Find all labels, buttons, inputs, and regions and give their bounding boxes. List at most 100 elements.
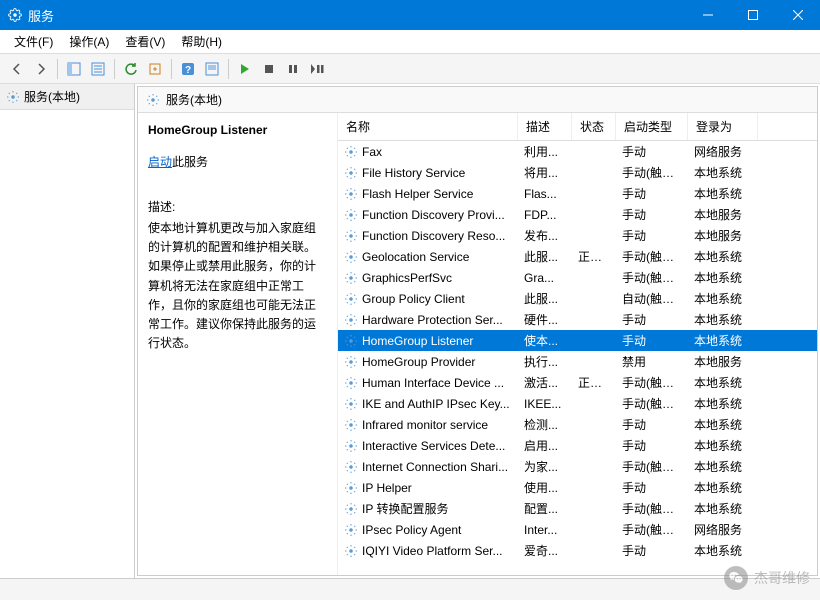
gear-icon [146,93,160,107]
service-row[interactable]: Flash Helper ServiceFlas...手动本地系统 [338,183,817,204]
service-row[interactable]: Human Interface Device ...激活...正在...手动(触… [338,372,817,393]
cell-desc: 使本... [518,330,572,351]
service-row[interactable]: Hardware Protection Ser...硬件...手动本地系统 [338,309,817,330]
cell-name: IPsec Policy Agent [338,521,518,539]
service-name-text: File History Service [362,166,465,180]
service-row[interactable]: IPsec Policy AgentInter...手动(触发...网络服务 [338,519,817,540]
cell-startup: 手动 [616,309,688,330]
service-row[interactable]: Internet Connection Shari...为家...手动(触发..… [338,456,817,477]
cell-name: GraphicsPerfSvc [338,269,518,287]
cell-status [572,213,616,217]
left-panel-label: 服务(本地) [24,88,80,105]
properties-button[interactable] [87,58,109,80]
gear-icon [344,208,358,222]
toolbar-separator [114,59,115,79]
minimize-button[interactable] [685,0,730,30]
service-row[interactable]: Group Policy Client此服...自动(触发...本地系统 [338,288,817,309]
gear-icon [344,418,358,432]
service-name-text: Internet Connection Shari... [362,460,508,474]
cell-desc: 利用... [518,141,572,162]
cell-desc: 此服... [518,288,572,309]
cell-logon: 本地系统 [688,435,758,456]
service-name-text: Infrared monitor service [362,418,488,432]
cell-logon: 本地服务 [688,351,758,372]
service-row[interactable]: IQIYI Video Platform Ser...爱奇...手动本地系统 [338,540,817,561]
service-name-text: HomeGroup Listener [362,334,473,348]
cell-logon: 本地系统 [688,309,758,330]
cell-logon: 网络服务 [688,519,758,540]
wechat-icon [724,566,748,590]
right-panel: 服务(本地) HomeGroup Listener 启动此服务 描述: 使本地计… [137,86,818,576]
cell-name: HomeGroup Provider [338,353,518,371]
back-button[interactable] [6,58,28,80]
maximize-button[interactable] [730,0,775,30]
col-startup[interactable]: 启动类型 [616,113,688,140]
service-row[interactable]: Interactive Services Dete...启用...手动本地系统 [338,435,817,456]
menu-action[interactable]: 操作(A) [61,31,117,52]
start-service-button[interactable] [234,58,256,80]
service-row[interactable]: GraphicsPerfSvcGra...手动(触发...本地系统 [338,267,817,288]
cell-startup: 手动 [616,204,688,225]
gear-icon [344,355,358,369]
cell-logon: 本地系统 [688,540,758,561]
services-list-body[interactable]: Fax 利用... 手动网络服务 File History Service将用...手… [338,141,817,573]
pause-service-button[interactable] [282,58,304,80]
cell-startup: 手动(触发... [616,519,688,540]
description-text: 使本地计算机更改与加入家庭组的计算机的配置和维护相关联。如果停止或禁用此服务，你… [148,219,327,353]
gear-icon [344,502,358,516]
cell-name: Human Interface Device ... [338,374,518,392]
service-row[interactable]: IP 转换配置服务配置...手动(触发...本地系统 [338,498,817,519]
cell-desc: 配置... [518,498,572,519]
cell-logon: 本地系统 [688,372,758,393]
statusbar [0,578,820,600]
cell-name: IP Helper [338,479,518,497]
service-row[interactable]: IKE and AuthIP IPsec Key...IKEE...手动(触发.… [338,393,817,414]
gear-icon [6,90,20,104]
forward-button[interactable] [30,58,52,80]
col-status[interactable]: 状态 [572,113,616,140]
help-button[interactable]: ? [177,58,199,80]
service-name-text: IP Helper [362,481,412,495]
service-row[interactable]: HomeGroup Provider执行...禁用本地服务 [338,351,817,372]
menu-file[interactable]: 文件(F) [6,31,61,52]
menu-help[interactable]: 帮助(H) [173,31,230,52]
cell-name: IQIYI Video Platform Ser... [338,542,518,560]
column-headers: 名称 描述 状态 启动类型 登录为 [338,113,817,141]
cell-status [572,465,616,469]
toggle-tree-button[interactable] [63,58,85,80]
selected-service-name: HomeGroup Listener [148,123,327,137]
service-name-text: IPsec Policy Agent [362,523,461,537]
cell-name: Infrared monitor service [338,416,518,434]
cell-desc: 激活... [518,372,572,393]
cell-logon: 本地系统 [688,477,758,498]
col-desc[interactable]: 描述 [518,113,572,140]
refresh-button[interactable] [120,58,142,80]
gear-icon [344,523,358,537]
service-name-text: Function Discovery Reso... [362,229,505,243]
service-row[interactable]: Function Discovery Provi...FDP...手动本地服务 [338,204,817,225]
close-button[interactable] [775,0,820,30]
col-name[interactable]: 名称 [338,113,518,140]
gear-icon [344,460,358,474]
service-row[interactable]: Function Discovery Reso...发布...手动本地服务 [338,225,817,246]
export-button[interactable] [144,58,166,80]
service-row[interactable]: Infrared monitor service检测...手动本地系统 [338,414,817,435]
service-row[interactable]: Fax利用...手动网络服务 [338,141,817,162]
cell-desc: FDP... [518,206,572,224]
service-name-text: Fax [362,145,382,159]
service-row[interactable]: HomeGroup Listener使本...手动本地系统 [338,330,817,351]
service-row[interactable]: File History Service将用...手动(触发...本地系统 [338,162,817,183]
menu-view[interactable]: 查看(V) [117,31,173,52]
col-logon[interactable]: 登录为 [688,113,758,140]
cell-name: IKE and AuthIP IPsec Key... [338,395,518,413]
stop-service-button[interactable] [258,58,280,80]
start-service-link[interactable]: 启动 [148,155,172,169]
left-panel-item[interactable]: 服务(本地) [0,84,134,110]
services-list-panel: 名称 描述 状态 启动类型 登录为 Fax 利用... 手动网络服务 File His… [338,113,817,575]
restart-service-button[interactable] [306,58,328,80]
cell-name: Fax [338,143,518,161]
service-row[interactable]: Geolocation Service此服...正在...手动(触发...本地系… [338,246,817,267]
cell-startup: 手动 [616,141,688,162]
service-row[interactable]: IP Helper使用...手动本地系统 [338,477,817,498]
help2-button[interactable] [201,58,223,80]
